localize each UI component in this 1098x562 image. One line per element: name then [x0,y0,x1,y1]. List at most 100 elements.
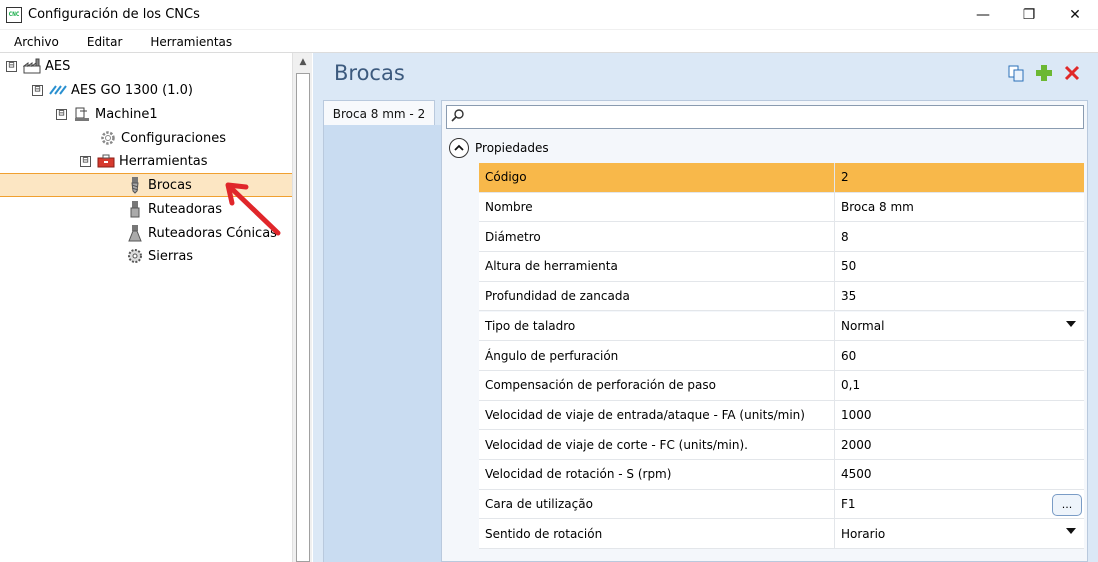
property-value[interactable]: 2000 [835,430,1084,459]
restore-button[interactable]: ❐ [1006,0,1052,30]
property-grid-container: Propiedades Código 2 Nombre Broca 8 mm D… [441,100,1088,562]
property-name: Código [479,163,835,192]
tree-item-label: Sierras [148,248,194,264]
saw-blade-icon [126,247,144,265]
select-value: Normal [841,318,885,333]
tree-item-label: Machine1 [95,106,158,122]
tab-strip [323,125,441,562]
drill-bit-icon [126,176,144,194]
property-value[interactable]: 0,1 [835,371,1084,400]
property-row-tipo-taladro[interactable]: Tipo de taladro Normal [479,311,1084,342]
router-bit-icon [126,200,144,218]
dropdown-arrow-icon[interactable] [1066,320,1076,327]
property-name: Velocidad de viaje de entrada/ataque - F… [479,400,835,430]
property-select[interactable]: Normal [835,312,1084,341]
property-value[interactable]: 1000 [835,401,1084,430]
page-title: Brocas [334,61,405,85]
ellipsis-button[interactable]: ... [1052,493,1082,516]
tree-item-sierras[interactable]: Sierras [126,244,193,268]
property-name: Velocidad de viaje de corte - FC (units/… [479,430,835,459]
property-value[interactable]: 4500 [835,460,1084,489]
factory-icon [23,57,41,75]
collapse-icon[interactable]: ⊟ [6,60,17,72]
conical-router-icon [126,224,144,242]
menu-herramientas[interactable]: Herramientas [136,31,246,53]
property-row-angulo[interactable]: Ángulo de perfuración 60 [479,341,1084,371]
property-name: Velocidad de rotación - S (rpm) [479,460,835,489]
property-row-velocidad-fc[interactable]: Velocidad de viaje de corte - FC (units/… [479,430,1084,460]
search-box[interactable] [446,105,1084,129]
property-value[interactable]: F1 ... [835,490,1084,519]
search-icon [451,108,465,126]
cara-value: F1 [841,497,856,512]
tree-item-label: Ruteadoras [148,201,223,217]
property-name: Ángulo de perfuración [479,341,835,370]
cnc-icon: CNC [6,6,22,23]
tree-scrollbar[interactable]: ▲ [292,53,312,562]
tree-item-label: Herramientas [119,153,208,169]
property-row-altura[interactable]: Altura de herramienta 50 [479,252,1084,282]
property-name: Compensación de perforación de paso [479,370,835,400]
property-name: Tipo de taladro [479,311,835,341]
property-select[interactable]: Horario [835,519,1084,548]
select-value: Horario [841,526,886,541]
property-value[interactable]: Broca 8 mm [835,193,1084,222]
scroll-thumb[interactable] [296,73,310,562]
panel-header: Brocas [313,53,1098,93]
tab-broca-8mm[interactable]: Broca 8 mm - 2 [323,100,435,126]
tree-item-aes-go-1300[interactable]: ⊟ AES GO 1300 (1.0) [32,78,193,102]
tree-item-machine1[interactable]: ⊟ Machine1 [56,102,158,126]
collapse-icon[interactable]: ⊟ [56,108,67,120]
property-row-velocidad-fa[interactable]: Velocidad de viaje de entrada/ataque - F… [479,400,1084,431]
menu-editar[interactable]: Editar [73,31,137,53]
cnc-tree: ⊟ AES ⊟ AES GO 1300 (1.0) ⊟ Machine1 Con… [0,53,292,562]
property-row-cara[interactable]: Cara de utilização F1 ... [479,489,1084,520]
chevron-up-icon[interactable] [449,138,469,158]
property-name: Sentido de rotación [479,519,835,549]
dropdown-arrow-icon[interactable] [1066,528,1076,535]
tree-item-configuraciones[interactable]: Configuraciones [99,126,226,150]
property-name: Altura de herramienta [479,252,835,281]
toolbox-icon [97,152,115,170]
title-bar: CNC Configuración de los CNCs — ❐ ✕ [0,0,1098,30]
property-row-profundidad[interactable]: Profundidad de zancada 35 [479,281,1084,312]
property-row-codigo[interactable]: Código 2 [479,163,1084,193]
tree-item-ruteadoras[interactable]: Ruteadoras [126,197,222,221]
property-name: Diámetro [479,222,835,252]
property-row-nombre[interactable]: Nombre Broca 8 mm [479,192,1084,223]
property-row-diametro[interactable]: Diámetro 8 [479,222,1084,253]
property-row-velocidad-s[interactable]: Velocidad de rotación - S (rpm) 4500 [479,460,1084,490]
window-title: Configuración de los CNCs [28,7,200,22]
restore-icon: ❐ [1022,7,1036,23]
tree-item-aes[interactable]: ⊟ AES [6,54,70,78]
close-icon: ✕ [1069,7,1081,23]
machine-icon [73,105,91,123]
property-value[interactable]: 50 [835,252,1084,281]
collapse-icon[interactable]: ⊟ [80,155,91,167]
annotation-arrow-icon [225,182,281,236]
copy-icon[interactable] [1006,63,1026,83]
group-header-propiedades[interactable]: Propiedades [446,135,1084,161]
collapse-icon[interactable]: ⊟ [32,84,43,96]
property-value[interactable]: 35 [835,282,1084,311]
menu-bar: Archivo Editar Herramientas [0,31,1098,53]
scroll-up-icon[interactable]: ▲ [293,53,313,71]
add-icon[interactable] [1034,63,1054,83]
close-button[interactable]: ✕ [1052,0,1098,30]
tree-item-label: Configuraciones [121,130,226,146]
delete-icon[interactable] [1062,63,1082,83]
property-row-compensacion[interactable]: Compensación de perforación de paso 0,1 [479,370,1084,401]
tree-item-herramientas[interactable]: ⊟ Herramientas [80,149,208,173]
property-value[interactable]: 60 [835,341,1084,370]
property-name: Nombre [479,192,835,222]
group-label: Propiedades [475,141,549,155]
minimize-button[interactable]: — [960,0,1006,30]
property-value[interactable]: 8 [835,222,1084,251]
menu-archivo[interactable]: Archivo [0,31,73,53]
tree-item-label: Brocas [148,177,192,193]
tree-item-label: AES [45,58,71,74]
gear-icon [99,129,117,147]
property-row-sentido[interactable]: Sentido de rotación Horario [479,519,1084,550]
property-value[interactable]: 2 [835,163,1084,192]
tool-editor-panel: Brocas Broca 8 mm - 2 Propiedades Código… [313,53,1098,562]
